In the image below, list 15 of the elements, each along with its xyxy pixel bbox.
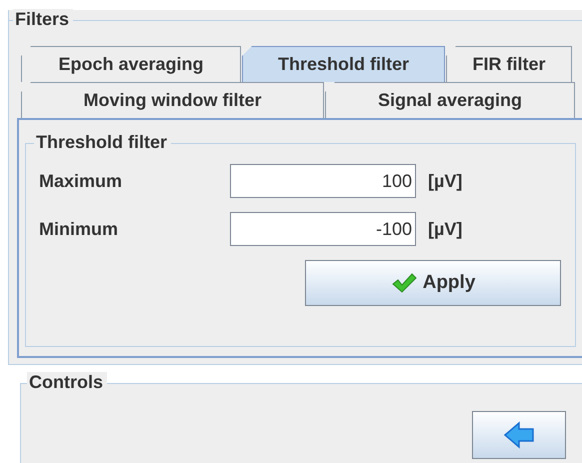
tab[interactable]: Threshold filter <box>242 46 445 82</box>
tab[interactable]: Moving window filter <box>21 82 324 118</box>
tab[interactable]: FIR filter <box>446 46 572 82</box>
tab[interactable]: Epoch averaging <box>21 46 241 82</box>
field-label: Maximum <box>39 170 124 192</box>
unit-label: [µV] <box>428 170 462 192</box>
input-field[interactable]: -100 <box>230 212 416 246</box>
input-field[interactable]: 100 <box>230 164 416 198</box>
unit-label: [µV] <box>428 218 462 240</box>
apply-button[interactable]: Apply <box>305 260 561 306</box>
back-button[interactable] <box>472 411 566 459</box>
left-arrow-icon <box>503 421 535 449</box>
tab[interactable]: Signal averaging <box>325 82 575 118</box>
field-label: Minimum <box>39 218 119 240</box>
checkmark-icon <box>390 272 417 294</box>
